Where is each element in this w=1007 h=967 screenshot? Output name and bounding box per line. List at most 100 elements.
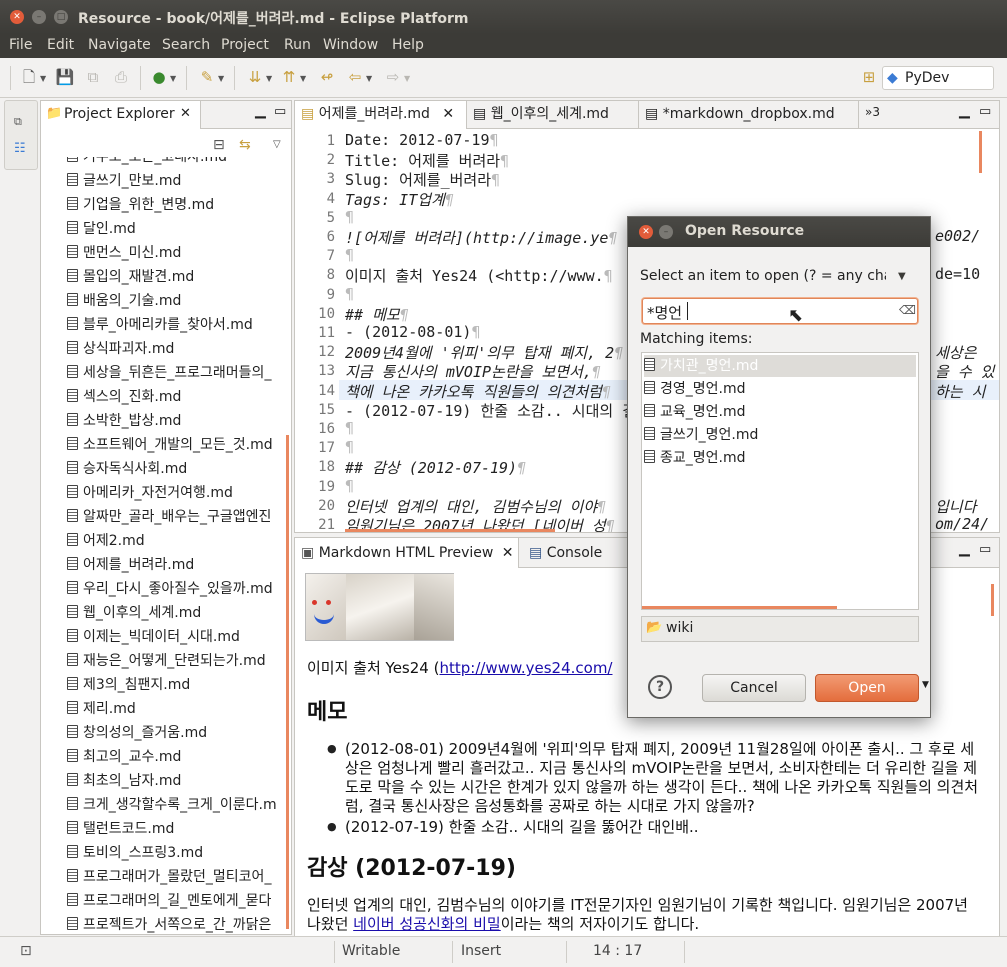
minimize-icon[interactable]: ▁ <box>959 103 970 119</box>
menu-window[interactable]: Window <box>323 37 378 53</box>
file-tree-item[interactable]: 웹_이후의_세계.md <box>67 601 291 625</box>
chevron-down-icon[interactable]: ▼ <box>300 74 306 83</box>
file-tree-item[interactable]: 프로그래머가_몰랐던_멀티코어_ <box>67 865 291 889</box>
last-edit-icon[interactable]: ↫ <box>316 66 338 88</box>
image-credit-link[interactable]: http://www.yes24.com/ <box>439 659 612 677</box>
minimize-icon[interactable]: ▁ <box>959 541 970 557</box>
outline-view-icon[interactable]: ☷ <box>14 141 26 156</box>
menu-navigate[interactable]: Navigate <box>88 37 151 53</box>
file-tree-item[interactable]: 글쓰기_만보.md <box>67 169 291 193</box>
minimize-icon[interactable]: ▁ <box>255 103 266 119</box>
file-tree-item[interactable]: 제3의_침팬지.md <box>67 673 291 697</box>
file-tree-item[interactable]: 블루_아메리카를_찾아서.md <box>67 313 291 337</box>
print-icon[interactable]: ⎙ <box>110 66 132 88</box>
tab-editor-1[interactable]: ▤ 어제를_버려라.md ✕ <box>295 101 467 129</box>
save-icon[interactable]: 💾 <box>54 66 76 88</box>
tab-editor-2[interactable]: ▤ 웹_이후의_세계.md <box>467 101 639 129</box>
maximize-icon[interactable]: ▭ <box>274 104 286 119</box>
next-annotation-icon[interactable]: ⇊ <box>244 66 266 88</box>
file-tree-item[interactable]: 아메리카_자전거여행.md <box>67 481 291 505</box>
horizontal-scrollbar-thumb[interactable] <box>642 606 837 609</box>
menu-run[interactable]: Run <box>284 37 311 53</box>
tool-icon[interactable]: ✎ <box>196 66 218 88</box>
file-tree-item[interactable]: 달인.md <box>67 217 291 241</box>
tab-project-explorer[interactable]: 📁 Project Explorer ✕ <box>41 101 201 129</box>
close-window-button[interactable]: ✕ <box>10 10 24 24</box>
menu-help[interactable]: Help <box>392 37 424 53</box>
chevron-down-icon[interactable]: ▼ <box>266 74 272 83</box>
clear-icon[interactable]: ⌫ <box>899 303 916 317</box>
file-tree-item[interactable]: 최초의_남자.md <box>67 769 291 793</box>
file-tree-item[interactable]: 프로그래머의_길_멘토에게_묻다 <box>67 889 291 913</box>
file-tree-item[interactable]: 어제2.md <box>67 529 291 553</box>
more-tabs-button[interactable]: »3 <box>865 105 880 119</box>
save-all-icon[interactable]: ⧉ <box>82 66 104 88</box>
horizontal-scrollbar-thumb[interactable] <box>345 529 555 532</box>
back-icon[interactable]: ⇦ <box>344 66 366 88</box>
file-tree-item[interactable]: 탤런트코드.md <box>67 817 291 841</box>
close-icon[interactable]: ✕ <box>502 545 514 561</box>
file-tree-item[interactable]: 배움의_기술.md <box>67 289 291 313</box>
resource-search-input[interactable]: *명언 ⌫ <box>642 298 918 324</box>
help-button[interactable]: ? <box>648 675 672 699</box>
file-tree-item[interactable]: 어제를_버려라.md <box>67 553 291 577</box>
menu-file[interactable]: File <box>9 37 32 53</box>
chevron-down-icon[interactable]: ▼ <box>40 74 46 83</box>
matching-item[interactable]: 가치관_명언.md <box>644 355 916 377</box>
file-tree-item[interactable]: 몰입의_재발견.md <box>67 265 291 289</box>
file-tree-item[interactable]: 제리.md <box>67 697 291 721</box>
tab-editor-3[interactable]: ▤ *markdown_dropbox.md <box>639 101 859 129</box>
cancel-button[interactable]: Cancel <box>702 674 806 702</box>
file-tree-item[interactable]: 프로젝트가_서쪽으로_간_까닭은 <box>67 913 291 933</box>
scrollbar-thumb[interactable] <box>286 435 289 929</box>
file-tree-item[interactable]: 크게_생각할수록_크게_이룬다.m <box>67 793 291 817</box>
chevron-down-icon[interactable]: ▼ <box>366 74 372 83</box>
run-icon[interactable]: ● <box>148 66 170 88</box>
file-tree-item[interactable]: 재능은_어떻게_단련되는가.md <box>67 649 291 673</box>
perspective-pydev-button[interactable]: ◆ PyDev <box>882 66 994 90</box>
chevron-down-icon[interactable]: ▼ <box>922 680 929 690</box>
file-tree-item[interactable]: 알짜만_골라_배우는_구글앱엔진 <box>67 505 291 529</box>
open-perspective-icon[interactable]: ⊞ <box>858 66 880 88</box>
scrollbar-thumb[interactable] <box>979 131 982 173</box>
file-tree-item[interactable]: 승자독식사회.md <box>67 457 291 481</box>
file-tree-item[interactable]: 세상을_뒤흔든_프로그래머들의_ <box>67 361 291 385</box>
open-button[interactable]: Open <box>815 674 919 702</box>
dialog-close-button[interactable]: ✕ <box>639 225 653 239</box>
file-tree-item[interactable]: 소박한_밥상.md <box>67 409 291 433</box>
previous-annotation-icon[interactable]: ⇈ <box>278 66 300 88</box>
maximize-icon[interactable]: ▭ <box>979 542 991 557</box>
chevron-down-icon[interactable]: ▼ <box>404 74 410 83</box>
dialog-minimize-button[interactable]: – <box>659 225 673 239</box>
collapse-all-icon[interactable]: ⊟ <box>213 137 225 153</box>
matching-item[interactable]: 종교_명언.md <box>644 447 916 469</box>
tab-console[interactable]: ▤ Console <box>523 538 633 568</box>
matching-item[interactable]: 글쓰기_명언.md <box>644 424 916 446</box>
matching-item[interactable]: 경영_명언.md <box>644 378 916 400</box>
chevron-down-icon[interactable]: ▼ <box>898 271 906 282</box>
file-tree-item[interactable]: 소프트웨어_개발의_모든_것.md <box>67 433 291 457</box>
file-tree-item[interactable]: 맨먼스_미신.md <box>67 241 291 265</box>
book-link[interactable]: 네이버 성공신화의 비밀 <box>353 915 501 933</box>
close-icon[interactable]: ✕ <box>442 106 454 122</box>
file-tree-item[interactable]: 이제는_빅데이터_시대.md <box>67 625 291 649</box>
file-tree-item[interactable]: 창의성의_즐거움.md <box>67 721 291 745</box>
menu-project[interactable]: Project <box>221 37 269 53</box>
chevron-down-icon[interactable]: ▼ <box>218 74 224 83</box>
file-tree-item[interactable]: 섹스의_진화.md <box>67 385 291 409</box>
restore-icon[interactable]: ⧉ <box>14 115 22 129</box>
scrollbar-thumb[interactable] <box>991 584 994 616</box>
file-tree-item[interactable]: 토비의_스프링3.md <box>67 841 291 865</box>
tab-markdown-preview[interactable]: ▣ Markdown HTML Preview ✕ <box>295 538 519 568</box>
file-tree-item[interactable]: 우리_다시_좋아질수_있을까.md <box>67 577 291 601</box>
link-with-editor-icon[interactable]: ⇆ <box>239 137 251 153</box>
menu-edit[interactable]: Edit <box>47 37 74 53</box>
chevron-down-icon[interactable]: ▼ <box>170 74 176 83</box>
file-tree-item[interactable]: 상식파괴자.md <box>67 337 291 361</box>
maximize-icon[interactable]: ▭ <box>979 104 991 119</box>
file-tree-item[interactable]: 거두도_모든_고대자.md <box>67 157 291 169</box>
forward-icon[interactable]: ⇨ <box>382 66 404 88</box>
file-tree-item[interactable]: 최고의_교수.md <box>67 745 291 769</box>
matching-item[interactable]: 교육_명언.md <box>644 401 916 423</box>
minimize-window-button[interactable]: – <box>32 10 46 24</box>
